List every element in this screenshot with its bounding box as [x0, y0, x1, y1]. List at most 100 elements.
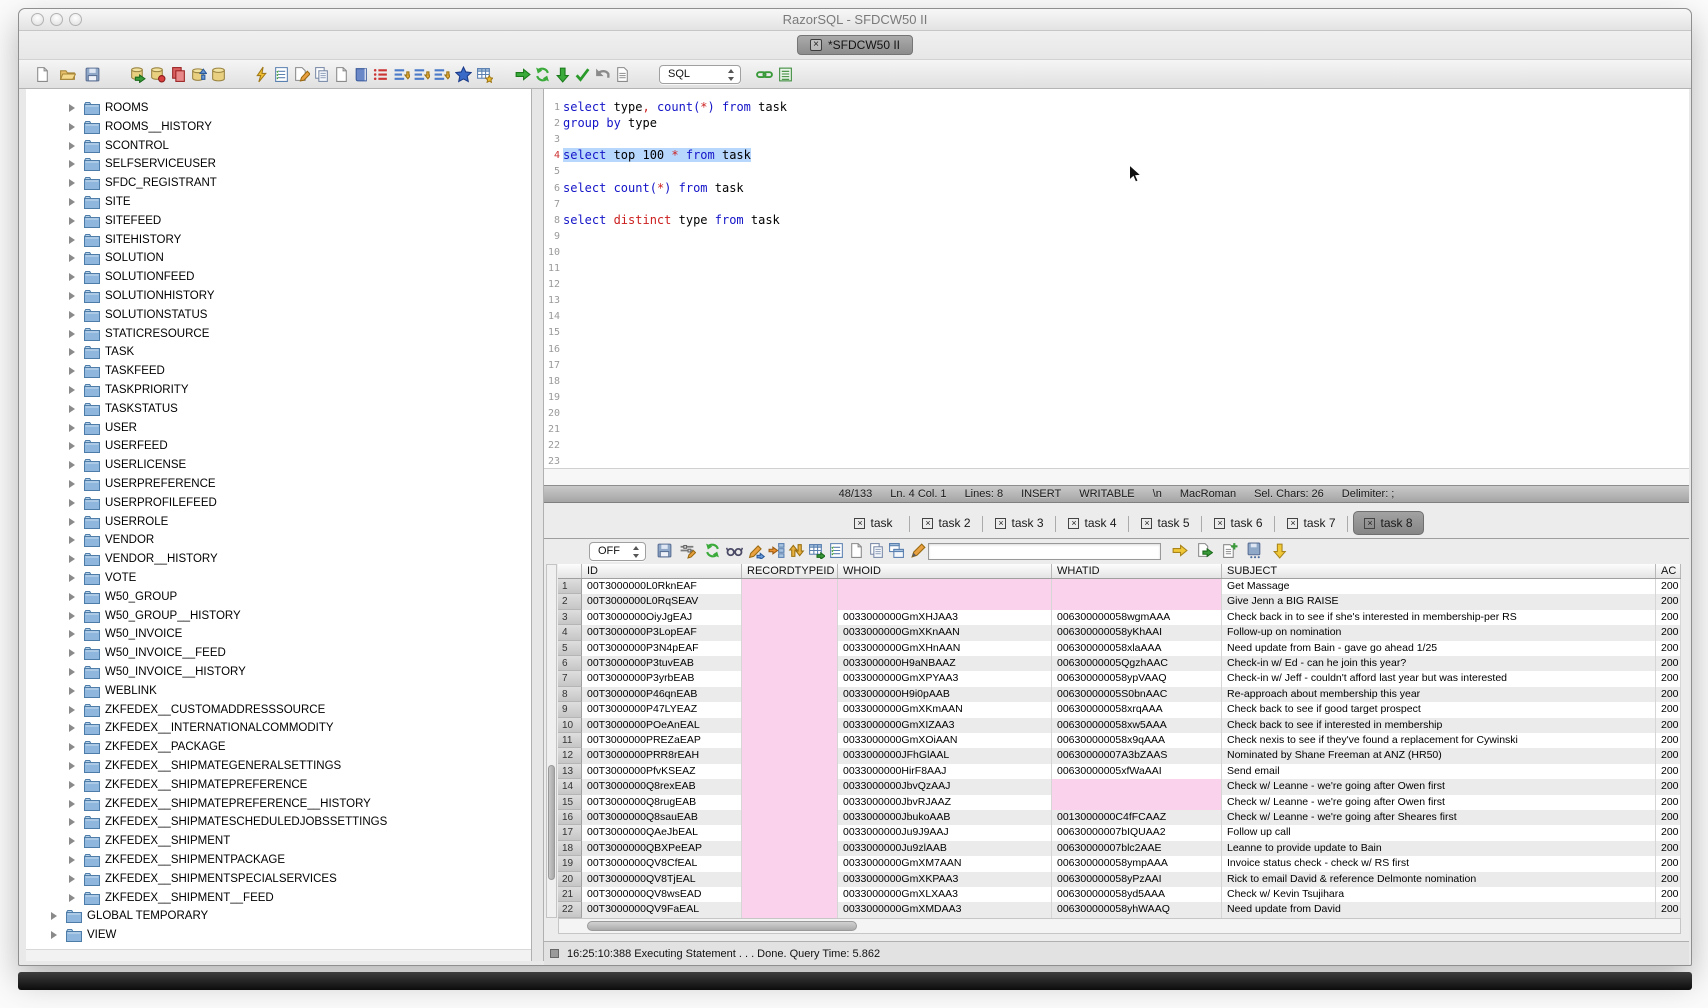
row-number[interactable]: 14 — [558, 779, 582, 794]
describe-results-icon[interactable] — [828, 542, 846, 560]
disclosure-triangle-icon[interactable] — [69, 668, 75, 676]
disclosure-triangle-icon[interactable] — [69, 236, 75, 244]
edit-cell-icon[interactable] — [748, 542, 766, 560]
result-tab-task-5[interactable]: ×task 5 — [1134, 511, 1197, 535]
tree-item[interactable]: USERPROFILEFEED — [26, 494, 531, 513]
disclosure-triangle-icon[interactable] — [69, 894, 75, 902]
cell-whatid[interactable]: 006300000058xlaAAA — [1052, 641, 1222, 656]
cell-ac[interactable]: 200 — [1656, 687, 1681, 702]
cell-subject[interactable]: Check-in w/ Ed - can he join this year? — [1222, 656, 1656, 671]
cell-id[interactable]: 00T3000000PRR8rEAH — [582, 748, 742, 763]
cell-whatid[interactable] — [1052, 779, 1222, 794]
close-icon[interactable]: × — [810, 39, 822, 51]
disclosure-triangle-icon[interactable] — [69, 405, 75, 413]
table-row[interactable]: 1100T3000000PREZaEAP0033000000GmXOiAAN00… — [558, 733, 1681, 748]
tree-item[interactable]: TASK — [26, 343, 531, 362]
cell-whatid[interactable]: 006300000058yPzAAI — [1052, 872, 1222, 887]
disclosure-triangle-icon[interactable] — [69, 273, 75, 281]
stepper-icon[interactable] — [726, 68, 737, 82]
table-row[interactable]: 900T3000000P47LYEAZ0033000000GmXKmAAN006… — [558, 702, 1681, 717]
cell-subject[interactable]: Invoice status check - check w/ RS first — [1222, 856, 1656, 871]
cell-recordtypeid[interactable] — [742, 748, 838, 763]
close-icon[interactable]: × — [854, 518, 865, 529]
row-number[interactable]: 18 — [558, 841, 582, 856]
row-number[interactable]: 3 — [558, 610, 582, 625]
results-list-icon[interactable] — [777, 66, 795, 84]
cell-whatid[interactable] — [1052, 795, 1222, 810]
cell-id[interactable]: 00T3000000P3tuvEAB — [582, 656, 742, 671]
row-number[interactable]: 7 — [558, 671, 582, 686]
cell-id[interactable]: 00T3000000L0RknEAF — [582, 579, 742, 594]
cell-whoid[interactable]: 0033000000GmXPYAA3 — [838, 671, 1052, 686]
minimize-window-button[interactable] — [50, 13, 63, 26]
row-number[interactable]: 17 — [558, 825, 582, 840]
editor-line[interactable]: select distinct type from task — [563, 213, 780, 229]
disclosure-triangle-icon[interactable] — [69, 179, 75, 187]
disclosure-triangle-icon[interactable] — [69, 142, 75, 150]
cell-subject[interactable]: Check back to see if good target prospec… — [1222, 702, 1656, 717]
cell-id[interactable]: 00T3000000L0RqSEAV — [582, 594, 742, 609]
tree-item[interactable]: USERPREFERENCE — [26, 475, 531, 494]
tree-item[interactable]: ZKFEDEX__SHIPMATEPREFERENCE — [26, 776, 531, 795]
table-row[interactable]: 600T3000000P3tuvEAB0033000000H9aNBAAZ006… — [558, 656, 1681, 671]
cell-recordtypeid[interactable] — [742, 795, 838, 810]
cell-whoid[interactable]: 0033000000GmXIZAA3 — [838, 718, 1052, 733]
result-tab-task-2[interactable]: ×task 2 — [915, 511, 978, 535]
table-row[interactable]: 700T3000000P3yrbEAB0033000000GmXPYAA3006… — [558, 671, 1681, 686]
cell-ac[interactable]: 200 — [1656, 579, 1681, 594]
cell-id[interactable]: 00T3000000P3LopEAF — [582, 625, 742, 640]
cell-ac[interactable]: 200 — [1656, 671, 1681, 686]
results-vertical-scrollbar[interactable] — [546, 564, 557, 918]
save-results-icon[interactable] — [656, 542, 674, 560]
tree-item[interactable]: W50_GROUP — [26, 588, 531, 607]
favorites-icon[interactable] — [455, 66, 473, 84]
table-row[interactable]: 1600T3000000Q8sauEAB0033000000JbukoAAB00… — [558, 810, 1681, 825]
cell-whoid[interactable]: 0033000000GmXHnAAN — [838, 641, 1052, 656]
table-row[interactable]: 2100T3000000QV8wsEAD0033000000GmXLXAA300… — [558, 887, 1681, 902]
cell-subject[interactable]: Check w/ Leanne - we're going after Owen… — [1222, 795, 1656, 810]
cell-ac[interactable]: 200 — [1656, 656, 1681, 671]
filter-results-icon[interactable] — [679, 542, 697, 560]
close-icon[interactable]: × — [1141, 518, 1152, 529]
cell-subject[interactable]: Follow up call — [1222, 825, 1656, 840]
cell-subject[interactable]: Need update from David — [1222, 902, 1656, 917]
cell-subject[interactable]: Check back to see if interested in membe… — [1222, 718, 1656, 733]
tree-item[interactable]: ZKFEDEX__SHIPMATEGENERALSETTINGS — [26, 757, 531, 776]
row-number[interactable]: 11 — [558, 733, 582, 748]
disclosure-triangle-icon[interactable] — [69, 254, 75, 262]
disclosure-triangle-icon[interactable] — [69, 630, 75, 638]
cell-ac[interactable]: 200 — [1656, 594, 1681, 609]
save-file-icon[interactable] — [84, 66, 102, 84]
column-header-whatid[interactable]: WHATID — [1052, 564, 1222, 578]
cell-subject[interactable]: Get Massage — [1222, 579, 1656, 594]
table-row[interactable]: 1400T3000000Q8rexEAB0033000000JbvQzAAJCh… — [558, 779, 1681, 794]
table-row[interactable]: 400T3000000P3LopEAF0033000000GmXKnAAN006… — [558, 625, 1681, 640]
tree-item[interactable]: TASKPRIORITY — [26, 381, 531, 400]
cell-whoid[interactable]: 0033000000H9aNBAAZ — [838, 656, 1052, 671]
tree-item[interactable]: ZKFEDEX__SHIPMENT — [26, 832, 531, 851]
disclosure-triangle-icon[interactable] — [69, 612, 75, 620]
tree-item[interactable]: WEBLINK — [26, 682, 531, 701]
cell-id[interactable]: 00T3000000PREZaEAP — [582, 733, 742, 748]
split-pane-divider[interactable] — [531, 89, 544, 961]
cell-recordtypeid[interactable] — [742, 687, 838, 702]
disclosure-triangle-icon[interactable] — [51, 912, 57, 920]
tree-item[interactable]: GLOBAL TEMPORARY — [26, 907, 531, 926]
describe-table-icon[interactable] — [273, 66, 291, 84]
execute-icon[interactable] — [514, 66, 532, 84]
copy-sql-icon[interactable] — [313, 66, 331, 84]
row-number[interactable]: 9 — [558, 702, 582, 717]
disclosure-triangle-icon[interactable] — [69, 781, 75, 789]
table-row[interactable]: 800T3000000P46qnEAB0033000000H9i0pAAB006… — [558, 687, 1681, 702]
close-icon[interactable]: × — [995, 518, 1006, 529]
cell-recordtypeid[interactable] — [742, 810, 838, 825]
cell-recordtypeid[interactable] — [742, 779, 838, 794]
tree-item[interactable]: USERROLE — [26, 513, 531, 532]
cell-whoid[interactable]: 0033000000H9i0pAAB — [838, 687, 1052, 702]
cell-whatid[interactable]: 006300000058ypVAAQ — [1052, 671, 1222, 686]
cell-recordtypeid[interactable] — [742, 579, 838, 594]
disclosure-triangle-icon[interactable] — [69, 330, 75, 338]
tree-item[interactable]: W50_INVOICE__FEED — [26, 644, 531, 663]
undo-icon[interactable] — [594, 66, 612, 84]
abort-query-icon[interactable] — [170, 66, 188, 84]
